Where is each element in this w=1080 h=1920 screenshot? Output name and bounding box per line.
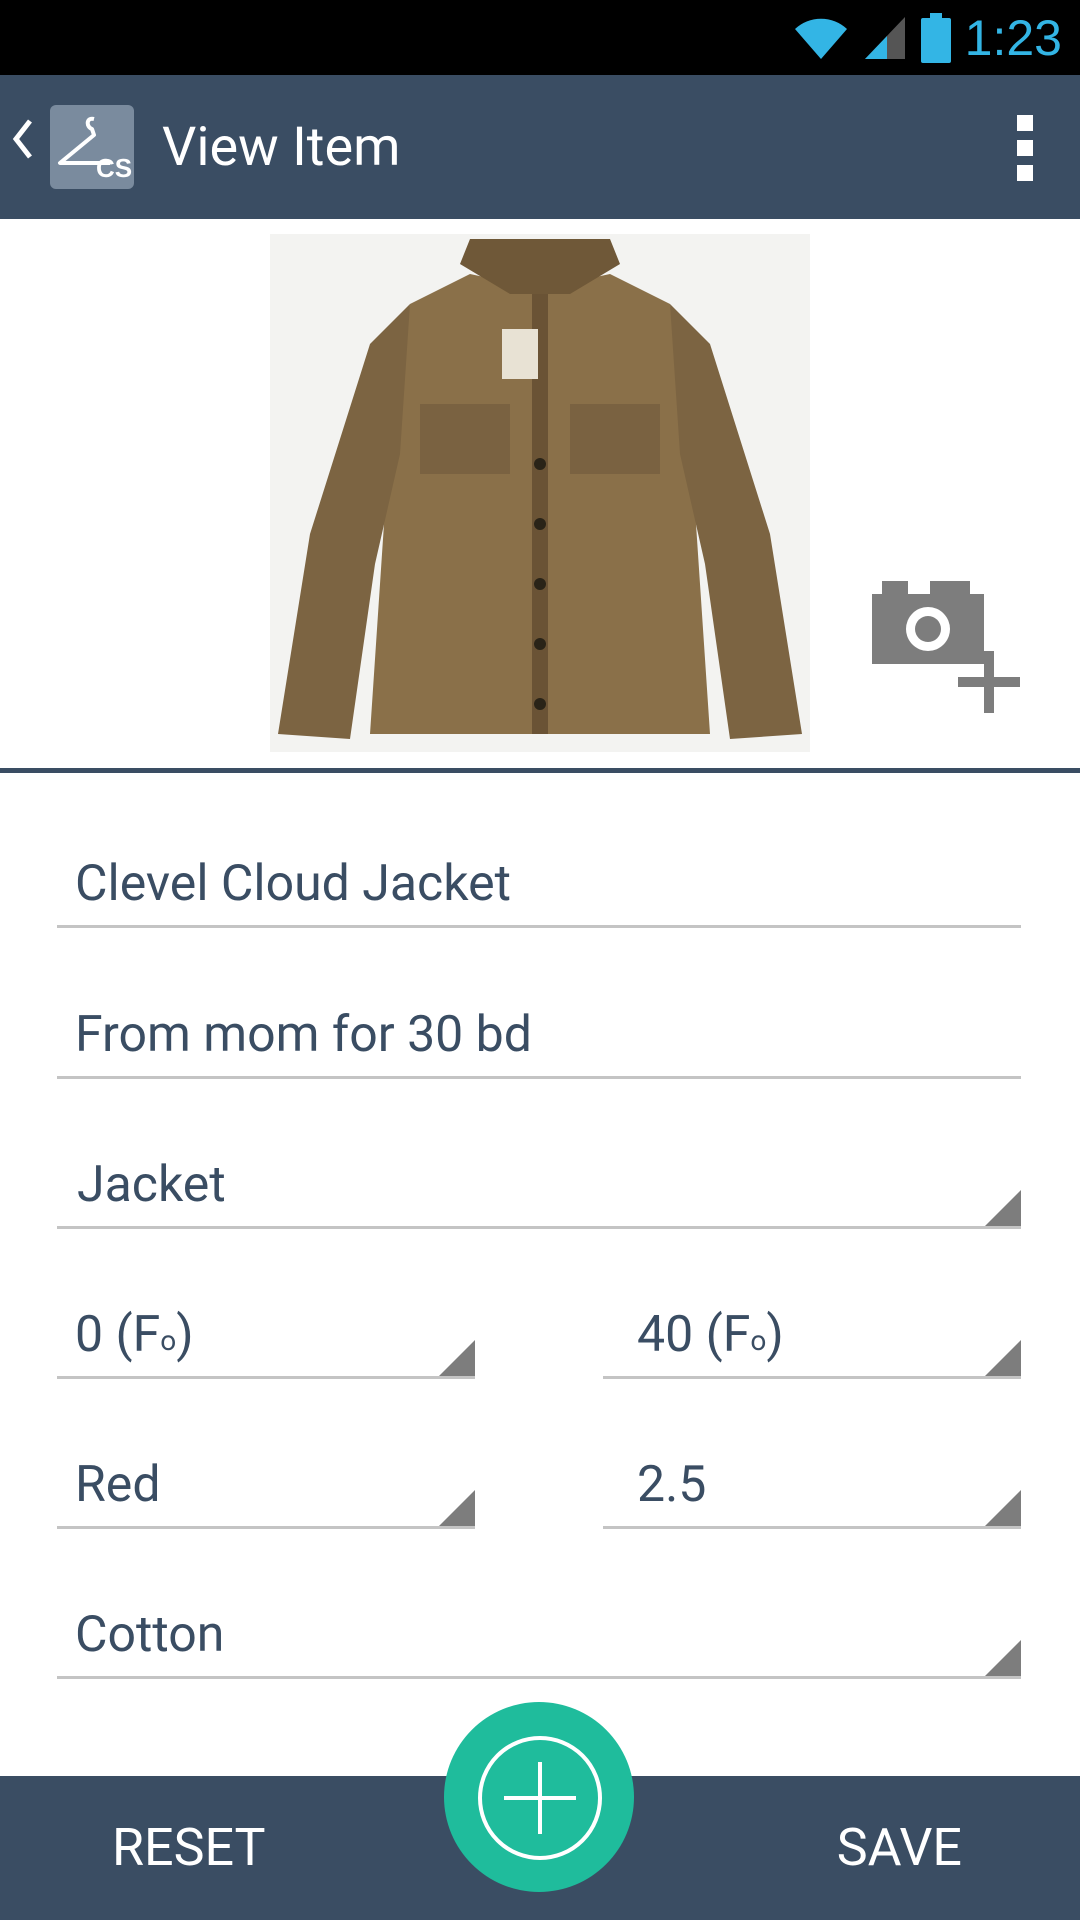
photo-divider <box>0 768 1080 773</box>
save-button[interactable]: SAVE <box>837 1776 962 1920</box>
reset-button[interactable]: RESET <box>112 1776 266 1920</box>
color-spinner[interactable]: Red <box>57 1456 475 1529</box>
min-temp-spinner[interactable]: 0 (Fo) <box>57 1306 475 1379</box>
size-spinner[interactable]: 2.5 <box>603 1456 1021 1529</box>
page-title: View Item <box>162 116 401 179</box>
dropdown-arrow-icon <box>439 1490 475 1526</box>
note-value: From mom for 30 bd <box>75 1006 532 1064</box>
status-bar: 1:23 <box>0 0 1080 75</box>
category-spinner[interactable]: Jacket <box>57 1156 1021 1229</box>
back-caret-icon[interactable] <box>10 117 34 161</box>
add-button[interactable] <box>444 1702 634 1892</box>
photo-area <box>0 219 1080 771</box>
dropdown-arrow-icon <box>985 1190 1021 1226</box>
max-temp-spinner[interactable]: 40 (Fo) <box>603 1306 1021 1379</box>
material-value: Cotton <box>75 1606 225 1664</box>
dropdown-arrow-icon <box>985 1340 1021 1376</box>
status-icons: 1:23 <box>793 8 1062 68</box>
item-name-value: Clevel Cloud Jacket <box>75 855 511 913</box>
app-icon[interactable]: CS <box>50 105 134 189</box>
dropdown-arrow-icon <box>985 1640 1021 1676</box>
jacket-photo[interactable] <box>270 234 810 752</box>
add-circle-icon <box>478 1736 602 1860</box>
note-field[interactable]: From mom for 30 bd <box>57 1006 1021 1079</box>
wifi-icon <box>794 18 847 59</box>
action-bar: CS View Item <box>0 75 1080 219</box>
color-value: Red <box>75 1456 161 1514</box>
battery-icon <box>920 13 951 63</box>
svg-text:CS: CS <box>96 153 132 183</box>
add-photo-icon[interactable] <box>872 569 1027 714</box>
size-value: 2.5 <box>637 1456 707 1514</box>
min-temp-value: 0 (Fo) <box>75 1306 194 1364</box>
cell-signal-icon <box>864 17 905 59</box>
item-name-field[interactable]: Clevel Cloud Jacket <box>57 855 1021 928</box>
status-time: 1:23 <box>964 10 1062 66</box>
hanger-icon: CS <box>58 116 132 183</box>
overflow-menu-icon[interactable] <box>1010 115 1040 181</box>
dropdown-arrow-icon <box>439 1340 475 1376</box>
dropdown-arrow-icon <box>985 1490 1021 1526</box>
category-value: Jacket <box>77 1156 226 1214</box>
max-temp-value: 40 (Fo) <box>637 1306 784 1364</box>
material-spinner[interactable]: Cotton <box>57 1606 1021 1679</box>
